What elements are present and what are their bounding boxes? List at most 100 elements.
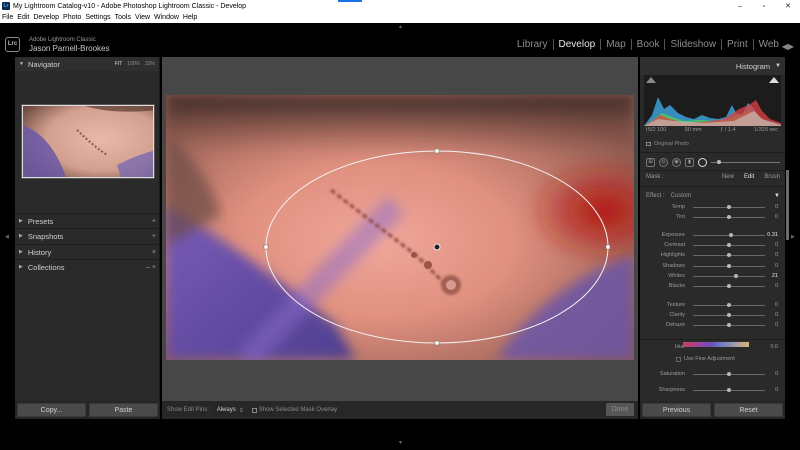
module-book[interactable]: Book [630,39,665,50]
slider-value[interactable]: 0 [775,214,780,220]
menu-window[interactable]: Window [154,14,179,21]
previous-button[interactable]: Previous [642,403,711,417]
presets-panel-header[interactable]: ▶ Presets + [15,213,160,228]
menu-help[interactable]: Help [183,14,197,21]
slider-track[interactable] [693,322,765,327]
slider-track[interactable] [693,302,765,307]
effect-dropdown-icon[interactable]: ▼ [774,193,780,199]
module-develop[interactable]: Develop [552,39,601,50]
collections-actions-icon[interactable]: – + [146,264,156,271]
graduated-filter-icon[interactable]: ▮ [685,157,694,167]
snapshots-add-icon[interactable]: + [152,233,156,240]
slider-value[interactable]: 21 [772,273,780,279]
menu-photo[interactable]: Photo [63,14,81,21]
slider-thumb[interactable] [727,252,731,257]
minimize-button[interactable]: – [728,3,752,10]
slider-track[interactable] [693,387,765,392]
mask-new-button[interactable]: New [722,174,734,180]
original-photo-toggle[interactable]: Original Photo [646,141,689,147]
slider-thumb[interactable] [729,232,734,237]
slider-value[interactable]: 0 [775,322,780,328]
module-map[interactable]: Map [600,39,630,50]
navigator-view-rect[interactable] [22,105,154,178]
crop-icon[interactable]: ⊞ [646,157,655,167]
slider-track[interactable] [693,252,765,257]
slider-track[interactable] [693,232,765,237]
slider-value[interactable]: 0 [775,252,780,258]
slider-thumb[interactable] [727,371,731,376]
menu-file[interactable]: File [2,14,13,21]
reset-button[interactable]: Reset [714,403,783,417]
slider-value[interactable]: 0 [775,283,780,289]
zoom-33[interactable]: 33% [145,61,155,67]
edit-pins-select[interactable]: Always [217,407,236,413]
history-clear-icon[interactable]: × [152,249,156,256]
slider-track[interactable] [693,283,765,288]
radial-filter-icon[interactable] [698,157,707,167]
slider-track[interactable] [693,371,765,376]
module-effects-icon[interactable]: ◀▶ [782,42,794,51]
fine-adjustment-toggle[interactable]: Use Fine Adjustment [676,356,735,362]
effect-preset-select[interactable]: Custom [671,193,692,199]
slider-value[interactable]: 0 [775,302,780,308]
module-print[interactable]: Print [721,39,753,50]
main-photo[interactable] [166,95,634,360]
slider-value[interactable]: 0 [775,371,780,377]
bottom-panel-toggle-icon[interactable]: ▼ [398,440,403,446]
right-panel-scrollbar[interactable] [786,170,789,240]
history-panel-header[interactable]: ▶ History × [15,244,160,259]
paste-button[interactable]: Paste [89,403,158,417]
slider-track[interactable] [693,312,765,317]
slider-thumb[interactable] [727,322,731,327]
menu-develop[interactable]: Develop [33,14,59,21]
module-library[interactable]: Library [512,39,553,50]
done-button[interactable]: Done [606,403,634,416]
menu-tools[interactable]: Tools [115,14,131,21]
slider-thumb[interactable] [734,273,739,278]
histogram-graph[interactable] [644,75,781,126]
expand-triangle-icon[interactable]: ▶ [19,218,23,224]
slider-value[interactable]: 0 [775,242,780,248]
brush-size-thumb[interactable] [717,159,721,164]
module-slideshow[interactable]: Slideshow [664,39,721,50]
hue-value[interactable]: 0.0 [770,344,780,350]
zoom-fit[interactable]: FIT [115,61,123,67]
presets-add-icon[interactable]: + [152,218,156,225]
menu-edit[interactable]: Edit [17,14,29,21]
mask-edit-button[interactable]: Edit [744,174,754,180]
expand-triangle-icon[interactable]: ▶ [19,249,23,255]
slider-value[interactable]: 0 [775,387,780,393]
expand-triangle-icon[interactable]: ▶ [19,264,23,270]
slider-thumb[interactable] [727,204,731,209]
slider-thumb[interactable] [727,242,731,247]
slider-thumb[interactable] [727,312,731,317]
slider-thumb[interactable] [727,302,731,307]
slider-track[interactable] [693,214,765,219]
histogram-header[interactable]: Histogram ▼ [640,57,785,75]
slider-track[interactable] [693,242,765,247]
slider-value[interactable]: 0 [775,204,780,210]
red-eye-icon[interactable]: ◉ [672,157,681,167]
left-panel-toggle-icon[interactable]: ◀ [5,234,9,240]
module-web[interactable]: Web [752,39,784,50]
zoom-100[interactable]: 100% [127,61,140,67]
slider-thumb[interactable] [727,387,731,392]
navigator-header[interactable]: ▼ Navigator FIT 100% 33% [15,57,159,71]
top-panel-toggle-icon[interactable]: ▲ [398,24,403,30]
fine-adjustment-checkbox[interactable] [676,356,681,362]
close-button[interactable]: ✕ [776,2,800,10]
navigator-preview[interactable] [21,104,155,179]
collapse-triangle-icon[interactable]: ▼ [19,61,24,67]
mask-overlay-checkbox[interactable] [251,407,257,413]
menu-view[interactable]: View [135,14,150,21]
snapshots-panel-header[interactable]: ▶ Snapshots + [15,228,160,243]
expand-triangle-icon[interactable]: ▶ [19,233,23,239]
slider-track[interactable] [693,204,765,209]
copy-button[interactable]: Copy... [17,403,86,417]
slider-thumb[interactable] [727,214,731,219]
slider-value[interactable]: 0 [775,263,780,269]
collapse-triangle-icon[interactable]: ▼ [775,63,781,69]
collections-panel-header[interactable]: ▶ Collections – + [15,259,160,274]
slider-thumb[interactable] [727,283,731,288]
slider-value[interactable]: 0 [775,312,780,318]
